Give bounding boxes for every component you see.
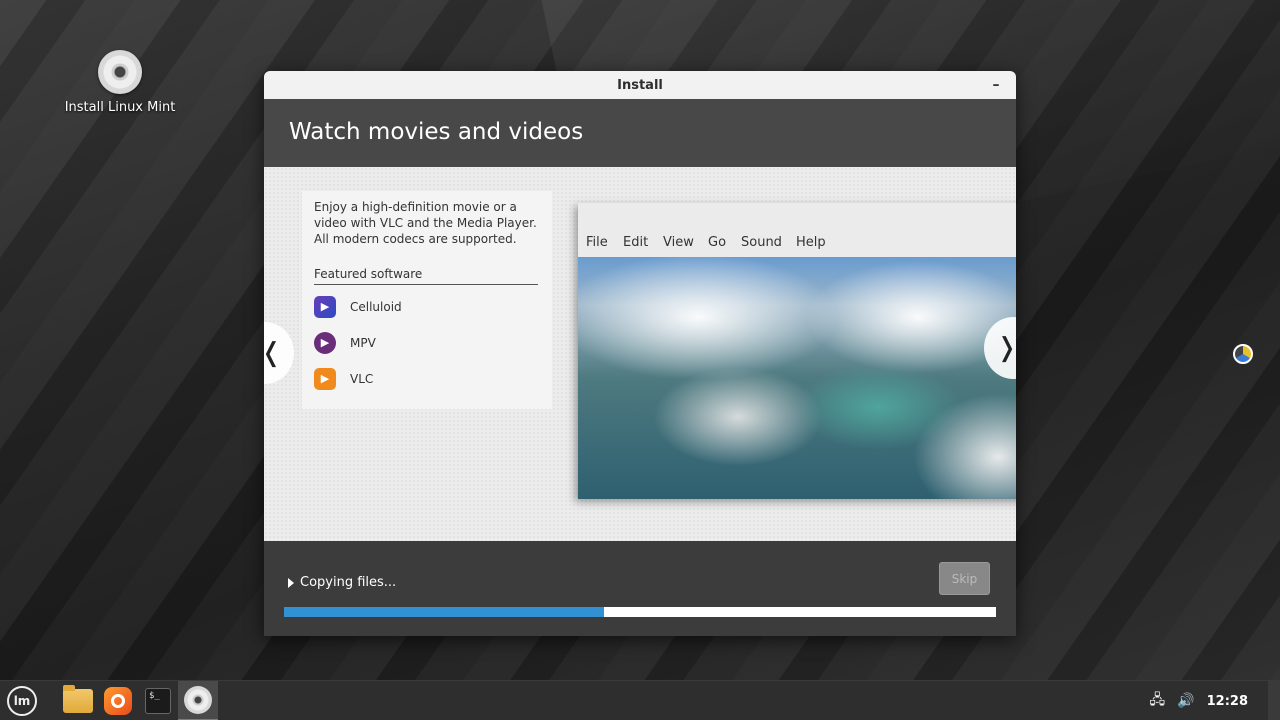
system-tray: 🖧 🔊 12:28 — [1150, 681, 1280, 720]
firefox-icon — [104, 687, 132, 715]
software-name: MPV — [350, 335, 376, 350]
desktop-icon-install[interactable]: Install Linux Mint — [60, 50, 180, 115]
install-footer: Copying files... Skip — [264, 541, 1016, 636]
terminal-icon: $_ — [145, 688, 171, 714]
linux-mint-logo-icon: lm — [7, 686, 37, 716]
featured-software-heading: Featured software — [314, 267, 538, 285]
expander-arrow-icon — [288, 577, 294, 588]
menu-help: Help — [796, 235, 826, 250]
software-name: VLC — [350, 371, 374, 386]
clock[interactable]: 12:28 — [1207, 694, 1248, 709]
window-titlebar[interactable]: Install – — [264, 71, 1016, 99]
progress-bar — [284, 607, 996, 617]
menu-sound: Sound — [741, 235, 782, 250]
indicator-icon[interactable] — [1233, 344, 1253, 364]
software-item-mpv: ▶ MPV — [314, 328, 540, 357]
disc-icon — [184, 686, 212, 714]
terminal-launcher[interactable]: $_ — [138, 681, 178, 720]
status-text: Copying files... — [300, 575, 397, 590]
progress-fill — [284, 607, 605, 617]
install-window: Install – Watch movies and videos Enjoy … — [264, 71, 1016, 636]
vlc-icon: ▶ — [314, 367, 336, 390]
chevron-left-icon: ❬ — [264, 338, 282, 368]
menu-view: View — [663, 235, 694, 250]
slide-text-panel: Enjoy a high-definition movie or a video… — [302, 191, 552, 409]
slide-description: Enjoy a high-definition movie or a video… — [314, 200, 537, 246]
firefox-launcher[interactable] — [98, 681, 138, 720]
window-title: Install — [617, 77, 663, 93]
media-player-screenshot: File Edit View Go Sound Help — [578, 203, 1016, 499]
mpv-icon: ▶ — [314, 331, 336, 354]
menu-button[interactable]: lm — [2, 681, 42, 720]
files-launcher[interactable] — [58, 681, 98, 720]
player-menubar: File Edit View Go Sound Help — [578, 203, 1016, 257]
network-icon[interactable]: 🖧 — [1150, 689, 1166, 713]
show-desktop-button[interactable] — [1268, 681, 1280, 720]
slideshow: Enjoy a high-definition movie or a video… — [264, 167, 1016, 541]
slide-heading: Watch movies and videos — [264, 99, 1016, 167]
software-item-celluloid: ▶ Celluloid — [314, 292, 540, 321]
menu-file: File — [586, 235, 608, 250]
folder-icon — [63, 685, 93, 713]
software-name: Celluloid — [350, 299, 402, 314]
desktop-icon-label: Install Linux Mint — [64, 100, 176, 115]
celluloid-icon: ▶ — [314, 295, 336, 318]
disc-icon — [98, 50, 142, 94]
previous-slide-button[interactable]: ❬ — [264, 322, 294, 384]
software-item-vlc: ▶ VLC — [314, 364, 540, 393]
volume-icon[interactable]: 🔊 — [1177, 693, 1194, 709]
menu-go: Go — [708, 235, 727, 250]
menu-edit: Edit — [623, 235, 649, 250]
minimize-button[interactable]: – — [986, 75, 1006, 95]
status-expander[interactable]: Copying files... — [288, 575, 396, 590]
taskbar: lm $_ 🖧 🔊 12:28 — [0, 680, 1280, 720]
installer-taskbar-button[interactable] — [178, 681, 218, 720]
video-frame — [578, 257, 1016, 499]
chevron-right-icon: ❭ — [996, 333, 1016, 363]
skip-button[interactable]: Skip — [939, 562, 990, 595]
